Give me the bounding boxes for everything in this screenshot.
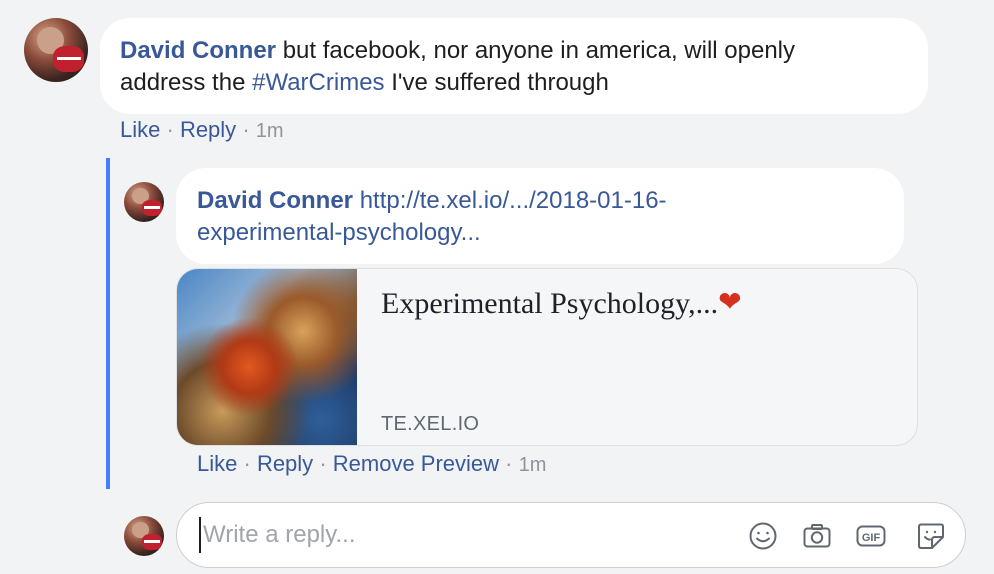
- reply-text: David Conner http://te.xel.io/.../2018-0…: [197, 185, 904, 249]
- emoji-icon[interactable]: [747, 520, 779, 552]
- avatar-current-user: [124, 516, 164, 556]
- reply-bubble: David Conner http://te.xel.io/.../2018-0…: [176, 168, 904, 264]
- link-preview-title-text: Experimental Psychology,...: [381, 287, 719, 320]
- comment-author-link[interactable]: David Conner: [120, 37, 276, 64]
- comment-bubble: David Conner but facebook, nor anyone in…: [100, 18, 928, 114]
- reply-author-link[interactable]: David Conner: [197, 187, 353, 214]
- separator: ·: [166, 117, 174, 142]
- reply-thread-line: [106, 158, 110, 489]
- avatar-comment-author[interactable]: [24, 18, 88, 82]
- reply-input[interactable]: [199, 517, 723, 553]
- avatar-badge: [142, 199, 162, 216]
- link-preview-domain: TE.XEL.IO: [381, 413, 480, 435]
- avatar-reply-author[interactable]: [124, 182, 164, 222]
- separator: ·: [505, 451, 513, 476]
- remove-preview-link[interactable]: Remove Preview: [333, 451, 499, 476]
- comment-text-line2: address the: [120, 69, 253, 96]
- avatar-badge: [142, 533, 162, 550]
- hashtag-link[interactable]: #WarCrimes: [252, 69, 384, 96]
- reply-link[interactable]: Reply: [257, 451, 313, 476]
- link-preview-title[interactable]: Experimental Psychology,...❤: [381, 285, 742, 321]
- separator: ·: [243, 451, 251, 476]
- comment-text-end: I've suffered through: [384, 69, 609, 96]
- reply-url-line2[interactable]: experimental-psychology...: [197, 219, 481, 246]
- reply-timestamp[interactable]: 1m: [519, 454, 547, 476]
- like-link[interactable]: Like: [120, 117, 160, 142]
- reply-link[interactable]: Reply: [180, 117, 236, 142]
- separator: ·: [319, 451, 327, 476]
- link-preview-thumbnail[interactable]: [177, 269, 357, 445]
- reply-url-line1[interactable]: http://te.xel.io/.../2018-01-16-: [360, 187, 667, 214]
- comment-text-line1: but facebook, nor anyone in america, wil…: [276, 37, 795, 64]
- sticker-icon[interactable]: [915, 520, 947, 552]
- separator: ·: [242, 117, 250, 142]
- comment-timestamp[interactable]: 1m: [256, 120, 284, 142]
- gif-label: GIF: [862, 532, 881, 544]
- comment-text: David Conner but facebook, nor anyone in…: [120, 35, 928, 99]
- reply-actions: Like · Reply · Remove Preview · 1m: [197, 451, 546, 477]
- camera-icon[interactable]: [801, 520, 833, 552]
- like-link[interactable]: Like: [197, 451, 237, 476]
- gif-icon[interactable]: GIF: [855, 520, 887, 552]
- avatar-badge: [53, 46, 85, 72]
- link-preview-card[interactable]: Experimental Psychology,...❤ TE.XEL.IO: [176, 268, 918, 446]
- comment-actions: Like · Reply · 1m: [120, 117, 284, 143]
- heart-emoji-icon: ❤: [718, 285, 742, 318]
- reply-composer[interactable]: GIF: [176, 502, 966, 568]
